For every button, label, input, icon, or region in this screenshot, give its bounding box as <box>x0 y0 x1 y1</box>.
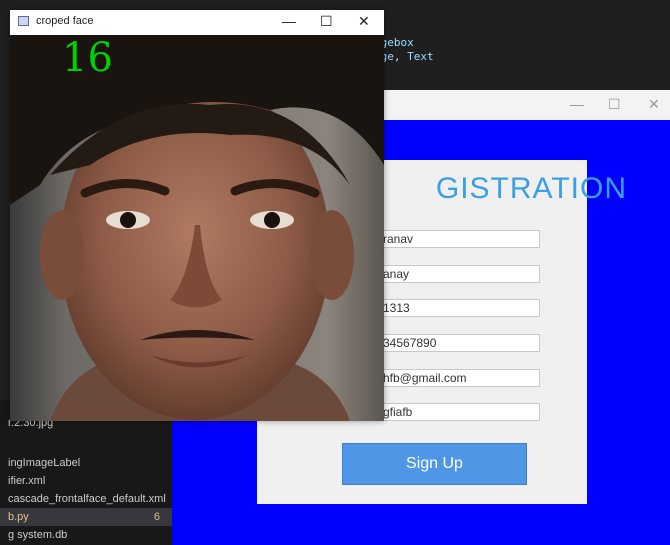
cropped-face-window: croped face — ☐ ✕ 16 <box>10 10 384 421</box>
password-field[interactable]: gfiafb <box>382 403 540 421</box>
explorer-item[interactable]: ingImageLabel <box>0 454 172 472</box>
explorer-item[interactable]: g system.db <box>0 526 172 544</box>
window-app-icon <box>18 16 29 26</box>
email-field[interactable]: hfb@gmail.com <box>382 369 540 387</box>
explorer-item[interactable]: ifier.xml <box>0 472 172 490</box>
face-photo <box>10 35 384 421</box>
phone-field[interactable]: 34567890 <box>382 334 540 352</box>
minimize-button[interactable]: — <box>282 13 296 29</box>
last-name-field[interactable]: anay <box>382 265 540 283</box>
minimize-button[interactable]: — <box>570 96 584 112</box>
window-title: croped face <box>36 15 94 27</box>
explorer-item-label: b.py <box>8 511 29 523</box>
explorer-item[interactable]: cascade_frontalface_default.xml <box>0 490 172 508</box>
maximize-button[interactable]: ☐ <box>608 96 621 113</box>
file-explorer: r.2.30.jpg ingImageLabel ifier.xml casca… <box>0 400 172 545</box>
first-name-field[interactable]: ranav <box>382 230 540 248</box>
explorer-item-active[interactable]: b.py 6 <box>0 508 172 526</box>
problems-badge: 6 <box>153 511 160 523</box>
close-button[interactable]: ✕ <box>648 96 660 113</box>
face-counter: 16 <box>62 35 113 81</box>
sign-up-button[interactable]: Sign Up <box>342 443 527 485</box>
maximize-button[interactable]: ☐ <box>320 13 333 30</box>
close-button[interactable]: ✕ <box>358 13 370 30</box>
face-window-titlebar: croped face — ☐ ✕ <box>10 10 384 35</box>
id-field[interactable]: 1313 <box>382 299 540 317</box>
